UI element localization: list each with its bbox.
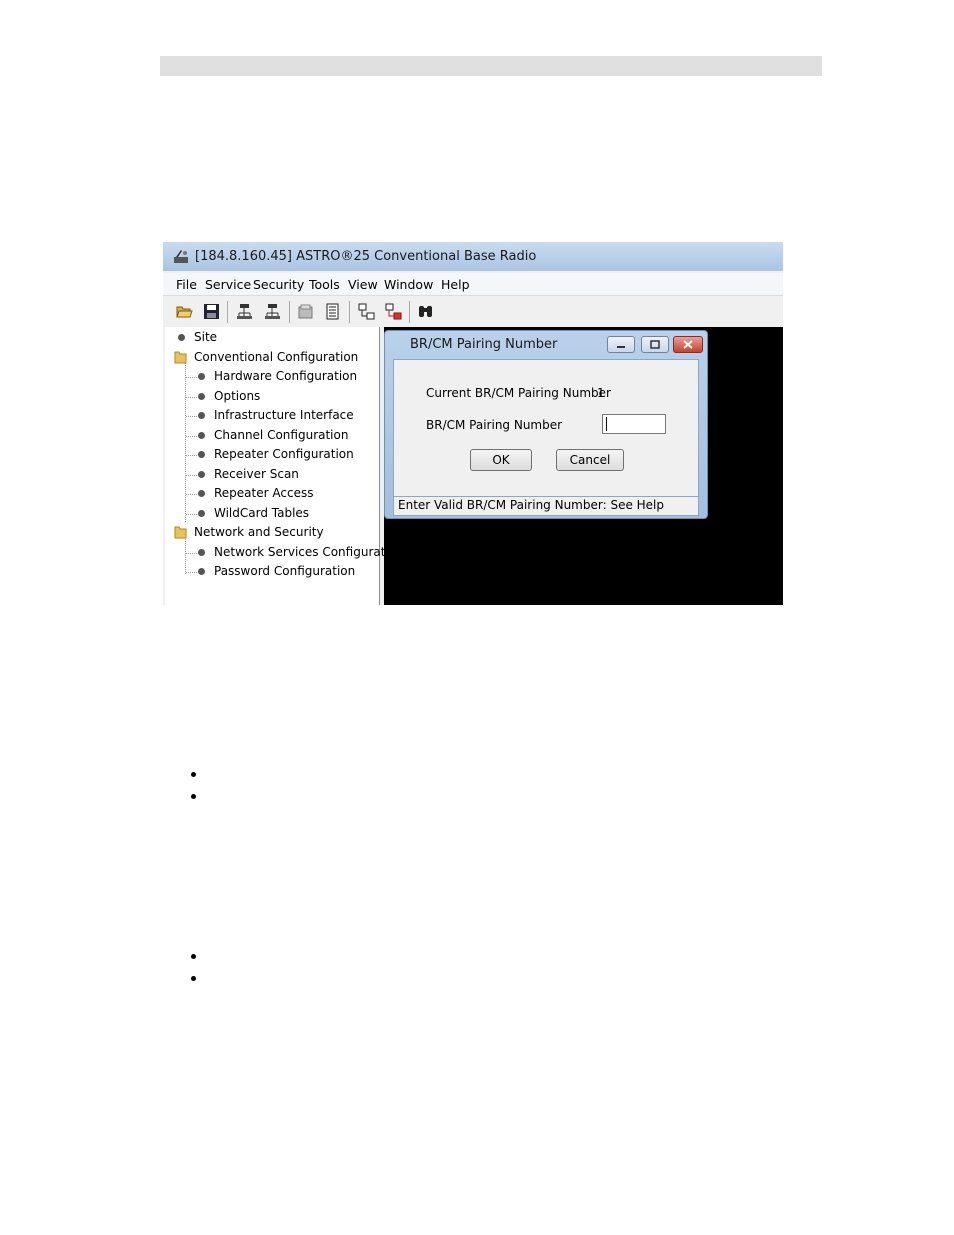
node-bullet-icon (198, 451, 205, 458)
network-read-icon[interactable] (236, 303, 253, 320)
bullet-point (191, 976, 196, 981)
tree-item-label: Conventional Configuration (194, 350, 359, 364)
tree-item-hardware-configuration[interactable]: Hardware Configuration (165, 368, 379, 386)
bullet-point (191, 772, 196, 777)
tree-connector (186, 436, 197, 437)
tree-item-site[interactable]: Site (165, 329, 379, 347)
toolbar-separator (409, 301, 410, 323)
tree-item-options[interactable]: Options (165, 388, 379, 406)
tree-connector (186, 572, 197, 573)
tree-item-label: Receiver Scan (214, 467, 299, 481)
tree-item-network-and-security[interactable]: Network and Security (165, 524, 379, 542)
minimize-button[interactable] (607, 336, 635, 353)
menu-bar: File Service Security Tools View Window … (163, 273, 783, 296)
bullet-point (191, 794, 196, 799)
node-bullet-icon (198, 490, 205, 497)
node-bullet-icon (178, 334, 185, 341)
app-icon (174, 250, 188, 263)
connect-icon[interactable] (358, 303, 375, 320)
dialog-body: Current BR/CM Pairing Number 1 BR/CM Pai… (393, 359, 699, 497)
node-bullet-icon (198, 471, 205, 478)
maximize-icon (650, 340, 660, 349)
tree-connector (186, 455, 197, 456)
menu-tools[interactable]: Tools (309, 277, 340, 292)
folder-icon (174, 351, 187, 364)
text-caret (606, 417, 607, 431)
status-text: Enter Valid BR/CM Pairing Number: See He… (398, 498, 665, 512)
application-window: [184.8.160.45] ASTRO®25 Conventional Bas… (163, 242, 783, 605)
menu-window[interactable]: Window (384, 277, 433, 292)
pairing-number-input[interactable] (602, 414, 666, 434)
maximize-button[interactable] (641, 336, 669, 353)
dialog-title: BR/CM Pairing Number (410, 337, 558, 352)
tree-connector (186, 416, 197, 417)
node-bullet-icon (198, 373, 205, 380)
tree-item-label: Repeater Access (214, 486, 314, 500)
toolbar (163, 296, 783, 326)
dialog-status-bar: Enter Valid BR/CM Pairing Number: See He… (393, 496, 699, 516)
node-bullet-icon (198, 549, 205, 556)
folder-icon (174, 526, 187, 539)
tree-item-repeater-configuration[interactable]: Repeater Configuration (165, 446, 379, 464)
tree-item-label: WildCard Tables (214, 506, 310, 520)
tree-item-conventional-configuration[interactable]: Conventional Configuration (165, 349, 379, 367)
tree-connector (186, 514, 197, 515)
tree-connector (186, 377, 197, 378)
menu-security[interactable]: Security (253, 277, 304, 292)
tree-item-label: Network and Security (194, 525, 324, 539)
node-bullet-icon (198, 412, 205, 419)
tree-connector (186, 475, 197, 476)
tree-item-label: Options (214, 389, 261, 403)
window-titlebar: [184.8.160.45] ASTRO®25 Conventional Bas… (163, 242, 783, 271)
tree-item-label: Repeater Configuration (214, 447, 354, 461)
cancel-button[interactable]: Cancel (556, 449, 624, 471)
tree-item-network-services-configuration[interactable]: Network Services Configuration (165, 544, 404, 562)
tree-item-label: Network Services Configuration (214, 545, 404, 559)
toolbar-separator (289, 301, 290, 323)
network-write-icon[interactable] (264, 303, 281, 320)
disconnect-icon[interactable] (385, 303, 402, 320)
ok-button[interactable]: OK (470, 449, 532, 471)
tree-item-label: Hardware Configuration (214, 369, 358, 383)
binoculars-icon[interactable] (417, 303, 434, 320)
current-pairing-value: 1 (597, 386, 605, 400)
bullet-point (191, 954, 196, 959)
node-bullet-icon (198, 432, 205, 439)
tree-item-channel-configuration[interactable]: Channel Configuration (165, 427, 379, 445)
current-pairing-label: Current BR/CM Pairing Number (426, 386, 611, 400)
toolbar-separator (227, 301, 228, 323)
tree-item-repeater-access[interactable]: Repeater Access (165, 485, 379, 503)
navigation-tree: Site Conventional Configuration Hardware… (165, 327, 404, 605)
window-title: [184.8.160.45] ASTRO®25 Conventional Bas… (195, 249, 537, 264)
document-icon[interactable] (297, 303, 314, 320)
tree-item-infrastructure-interface[interactable]: Infrastructure Interface (165, 407, 379, 425)
tree-item-label: Site (194, 330, 218, 344)
close-icon (683, 340, 693, 349)
close-button[interactable] (673, 336, 703, 353)
tree-connector (186, 553, 197, 554)
open-folder-icon[interactable] (176, 303, 193, 320)
tree-item-label: Channel Configuration (214, 428, 349, 442)
menu-help[interactable]: Help (441, 277, 470, 292)
tree-item-receiver-scan[interactable]: Receiver Scan (165, 466, 379, 484)
node-bullet-icon (198, 393, 205, 400)
node-bullet-icon (198, 568, 205, 575)
page-header-bar (160, 56, 822, 76)
tree-connector (186, 494, 197, 495)
list-icon[interactable] (324, 303, 341, 320)
tree-item-password-configuration[interactable]: Password Configuration (165, 563, 379, 581)
minimize-icon (617, 346, 625, 348)
pairing-number-label: BR/CM Pairing Number (426, 418, 563, 432)
menu-view[interactable]: View (348, 277, 378, 292)
toolbar-separator (349, 301, 350, 323)
menu-file[interactable]: File (176, 277, 197, 292)
tree-item-wildcard-tables[interactable]: WildCard Tables (165, 505, 379, 523)
tree-connector (186, 397, 197, 398)
tree-item-label: Password Configuration (214, 564, 356, 578)
tree-item-label: Infrastructure Interface (214, 408, 354, 422)
node-bullet-icon (198, 510, 205, 517)
save-icon[interactable] (203, 303, 220, 320)
menu-service[interactable]: Service (205, 277, 251, 292)
pairing-number-dialog: BR/CM Pairing Number Current BR/CM Pairi… (384, 330, 708, 519)
